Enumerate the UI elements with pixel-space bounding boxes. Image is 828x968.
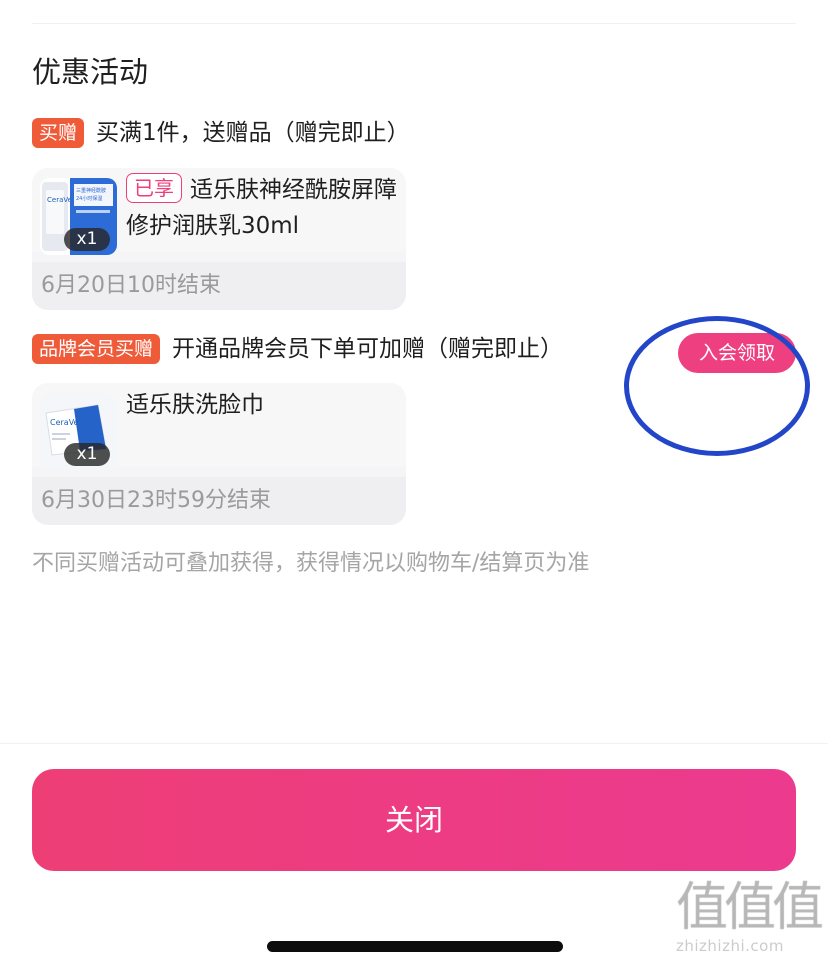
gift-end-time: 6月30日23时59分结束 <box>41 488 271 513</box>
gift-card-body: CeraVe 三重神经酰胺 24小时保湿 x1 已享 适乐肤神经酰胺屏障修护润肤乳… <box>32 168 406 255</box>
gift-card-footer: 6月20日10时结束 <box>32 262 406 310</box>
gift-quantity-badge: x1 <box>64 443 110 466</box>
promo-row-member-gift: 品牌会员买赠 开通品牌会员下单可加赠（赠完即止） <box>32 332 563 366</box>
stacking-note: 不同买赠活动可叠加获得，获得情况以购物车/结算页为准 <box>32 551 590 576</box>
svg-text:三重神经酰胺: 三重神经酰胺 <box>76 187 106 194</box>
svg-text:24小时保湿: 24小时保湿 <box>76 195 102 202</box>
top-divider <box>32 23 796 24</box>
gift-card[interactable]: CeraVe x1 适乐肤洗脸巾 6月30日23时59分结束 <box>32 383 406 525</box>
gift-name-text: 适乐肤洗脸巾 <box>126 392 264 418</box>
thumb-brand-text: CeraVe <box>47 196 72 204</box>
promo-description: 开通品牌会员下单可加赠（赠完即止） <box>172 336 564 362</box>
thumb-brand-text: CeraVe <box>50 418 79 427</box>
close-button[interactable]: 关闭 <box>32 769 796 871</box>
home-indicator <box>267 941 563 952</box>
join-member-button[interactable]: 入会领取 <box>678 333 796 373</box>
watermark-url: zhizhizhi.com <box>676 937 784 955</box>
gift-card-body: CeraVe x1 适乐肤洗脸巾 <box>32 383 406 470</box>
bottom-divider <box>0 743 828 744</box>
gift-card-footer: 6月30日23时59分结束 <box>32 477 406 525</box>
section-title: 优惠活动 <box>32 55 149 89</box>
gift-thumbnail: CeraVe x1 <box>40 393 117 470</box>
gift-card[interactable]: CeraVe 三重神经酰胺 24小时保湿 x1 已享 适乐肤神经酰胺屏障修护润肤乳… <box>32 168 406 310</box>
watermark-logo: 值值值 <box>676 878 824 938</box>
promo-description: 买满1件，送赠品（赠完即止） <box>96 120 410 146</box>
enjoyed-badge: 已享 <box>126 173 182 203</box>
promo-tag: 买赠 <box>32 118 85 148</box>
gift-end-time: 6月20日10时结束 <box>41 273 221 298</box>
gift-thumbnail: CeraVe 三重神经酰胺 24小时保湿 x1 <box>40 178 117 255</box>
promo-tag: 品牌会员买赠 <box>32 334 161 364</box>
watermark: 值值值 zhizhizhi.com <box>676 880 824 956</box>
gift-quantity-badge: x1 <box>64 228 110 251</box>
gift-name: 已享 适乐肤神经酰胺屏障修护润肤乳30ml <box>126 172 400 244</box>
promo-row-buy-gift: 买赠 买满1件，送赠品（赠完即止） <box>32 116 410 150</box>
